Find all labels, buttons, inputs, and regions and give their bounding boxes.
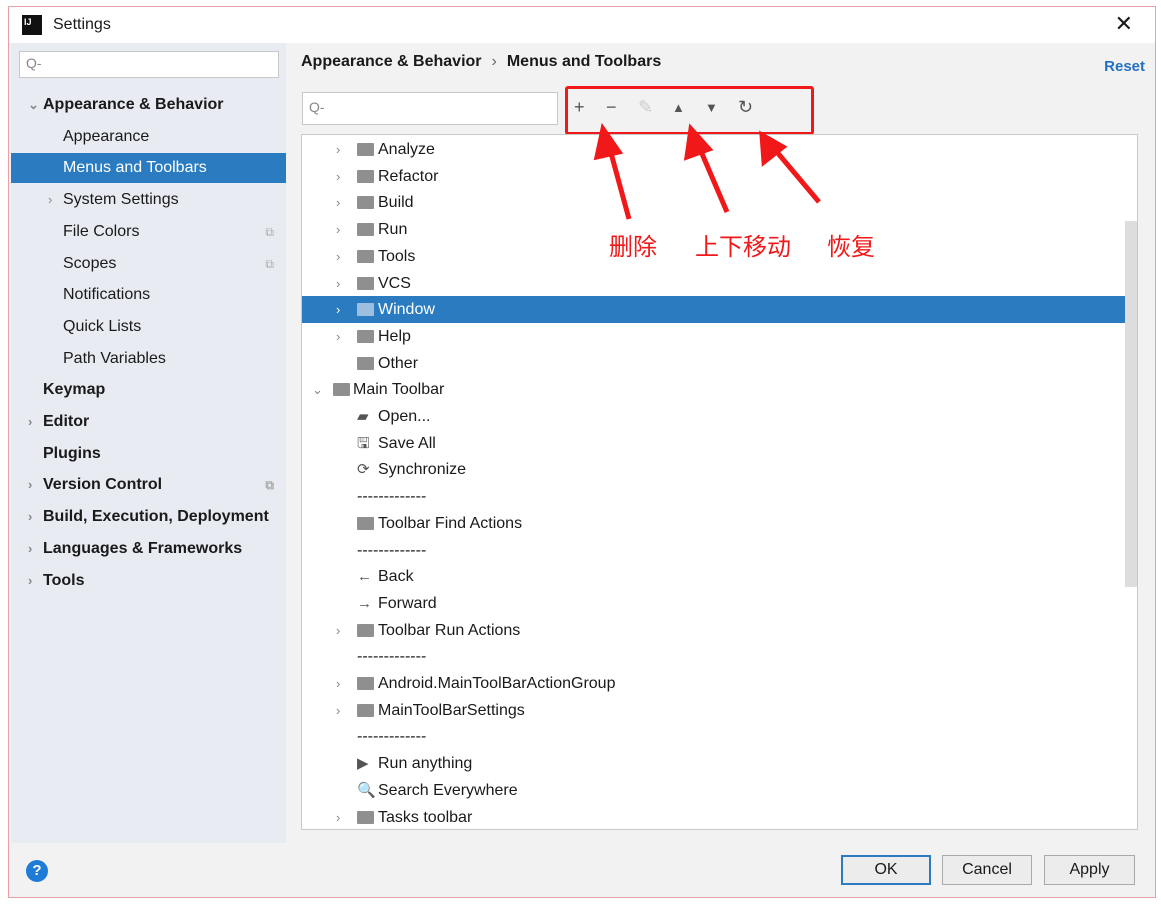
folder-icon <box>357 703 374 717</box>
apply-button[interactable]: Apply <box>1044 855 1135 885</box>
tree-item-label: Main Toolbar <box>353 381 445 399</box>
sidebar-item-label: Keymap <box>43 381 106 399</box>
annotation-delete: 删除 <box>609 234 657 261</box>
sidebar-item[interactable]: › Build, Execution, Deployment <box>11 502 286 532</box>
sidebar-item-label: Build, Execution, Deployment <box>43 508 269 526</box>
folder-icon <box>333 383 350 397</box>
tree-row[interactable]: 🔍 Search Everywhere <box>302 777 1137 804</box>
tree-row[interactable]: ⟳ Synchronize <box>302 456 1137 483</box>
folder-icon <box>357 623 374 637</box>
folder-icon <box>357 516 374 530</box>
tree-row[interactable]: 🖫 Save All <box>302 430 1137 457</box>
tree-item-label: ------------- <box>357 488 427 506</box>
ok-button[interactable]: OK <box>841 855 931 885</box>
tree-item-label: Open... <box>378 408 431 425</box>
tree-item-label: Toolbar Run Actions <box>378 621 521 639</box>
annotation-restore: 恢复 <box>827 234 875 261</box>
sync-icon: ⟳ <box>357 461 370 479</box>
chevron-right-icon[interactable]: › <box>28 534 32 564</box>
tree-item-label: ------------- <box>357 728 427 746</box>
project-scope-icon: ⧉ <box>265 478 274 493</box>
sidebar-item-label: Quick Lists <box>63 317 142 335</box>
chevron-right-icon[interactable]: › <box>28 502 32 532</box>
chevron-right-icon[interactable]: › <box>336 697 340 724</box>
tree-item-label: Back <box>378 568 414 586</box>
tree-row[interactable]: ------------- <box>302 723 1137 750</box>
sidebar-item-label: Languages & Frameworks <box>43 539 243 557</box>
tree-item-label: Help <box>378 327 411 345</box>
chevron-right-icon[interactable]: › <box>336 323 340 350</box>
tree-item-label: Toolbar Find Actions <box>378 514 523 532</box>
sidebar-item[interactable]: Path Variables <box>11 344 286 374</box>
tree-item-label: ------------- <box>357 541 427 559</box>
chevron-right-icon[interactable]: › <box>28 566 32 596</box>
tree-row[interactable]: ------------- <box>302 483 1137 510</box>
tree-row[interactable]: › MainToolBarSettings <box>302 697 1137 724</box>
sidebar-item[interactable]: › Editor <box>11 407 286 437</box>
tree-row[interactable]: Toolbar Find Actions <box>302 510 1137 537</box>
tree-item-label: Run anything <box>378 755 473 773</box>
annotation-arrows <box>593 122 821 220</box>
tree-row[interactable]: ------------- <box>302 537 1137 564</box>
tree-item-label: Android.MainToolBarActionGroup <box>378 675 616 692</box>
annotation-move: 上下移动 <box>695 234 791 261</box>
chevron-right-icon[interactable]: › <box>336 670 340 697</box>
open-icon: ▰ <box>357 408 369 425</box>
tree-row[interactable]: ▰ Open... <box>302 403 1137 430</box>
back-icon: ← <box>357 568 372 586</box>
tree-row[interactable]: Other <box>302 350 1137 377</box>
sidebar-item[interactable]: › Version Control ⧉ <box>11 470 286 500</box>
tree-row[interactable]: ------------- <box>302 643 1137 670</box>
folder-icon <box>357 356 374 370</box>
save-icon: 🖫 <box>357 434 370 452</box>
tree-row[interactable]: ← Back <box>302 563 1137 590</box>
search-icon: 🔍 <box>357 781 376 799</box>
settings-dialog: IJ Settings ✕ Q- ⌄ Appearance & Behavior A… <box>8 6 1156 898</box>
tree-item-label: Forward <box>378 594 437 612</box>
tree-item-label: Synchronize <box>378 461 467 479</box>
tree-item-label: Search Everywhere <box>378 781 518 799</box>
cancel-button[interactable]: Cancel <box>942 855 1032 885</box>
chevron-right-icon[interactable]: › <box>28 407 32 437</box>
chevron-right-icon[interactable]: › <box>28 470 32 500</box>
run-icon: ▶ <box>357 755 369 773</box>
tree-item-label: Save All <box>378 434 436 452</box>
sidebar-item-label: Editor <box>43 413 90 430</box>
forward-icon: → <box>357 594 372 612</box>
folder-icon <box>357 329 374 343</box>
tree-row[interactable]: → Forward <box>302 590 1137 617</box>
sidebar-item[interactable]: Quick Lists <box>11 312 286 342</box>
chevron-down-icon[interactable]: ⌄ <box>312 376 323 403</box>
tree-item-label: MainToolBarSettings <box>378 701 525 719</box>
sidebar-item[interactable]: Keymap <box>11 375 286 405</box>
sidebar-item[interactable]: › Languages & Frameworks <box>11 534 286 564</box>
folder-icon <box>357 677 374 690</box>
tree-row[interactable]: ⌄ Main Toolbar <box>302 376 1137 403</box>
sidebar-item[interactable]: › Tools <box>11 566 286 596</box>
sidebar-item-label: Path Variables <box>63 349 166 367</box>
tree-item-label: Tasks toolbar <box>378 808 473 826</box>
tree-item-label: ------------- <box>357 648 427 666</box>
chevron-right-icon[interactable]: › <box>336 804 340 830</box>
tree-item-label: Other <box>378 354 419 372</box>
tree-row[interactable]: › Android.MainToolBarActionGroup <box>302 670 1137 697</box>
sidebar-item-label: Version Control <box>43 476 163 494</box>
chevron-right-icon[interactable]: › <box>336 617 340 644</box>
tree-row[interactable]: ▶ Run anything <box>302 750 1137 777</box>
tree-row[interactable]: › Help <box>302 323 1137 350</box>
tree-row[interactable]: › Tasks toolbar <box>302 804 1137 830</box>
sidebar-item[interactable]: Plugins <box>11 439 286 469</box>
sidebar-item-label: Tools <box>43 571 85 589</box>
help-icon[interactable]: ? <box>26 860 48 882</box>
folder-icon <box>357 810 374 824</box>
tree-row[interactable]: › Toolbar Run Actions <box>302 617 1137 644</box>
sidebar-item-label: Plugins <box>43 444 101 462</box>
